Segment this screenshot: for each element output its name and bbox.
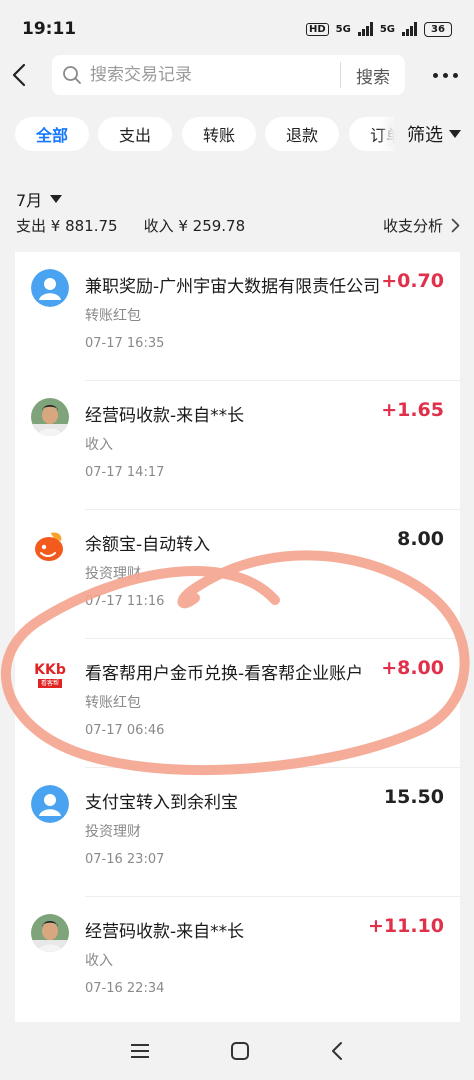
transaction-title: 经营码收款-来自**长 xyxy=(85,922,245,942)
transaction-time: 07-17 14:17 xyxy=(85,465,165,480)
search-input[interactable] xyxy=(90,65,340,85)
transaction-item[interactable]: 余额宝-自动转入 8.00 投资理财 07-17 11:16 xyxy=(15,510,460,639)
tab-all[interactable]: 全部 xyxy=(15,117,89,151)
transaction-title: 看客帮用户金币兑换-看客帮企业账户 xyxy=(85,664,364,684)
transaction-title: 支付宝转入到余利宝 xyxy=(85,793,238,813)
transaction-amount: 15.50 xyxy=(383,786,444,808)
caret-down-icon xyxy=(449,130,461,138)
tab-transfer[interactable]: 转账 xyxy=(182,117,256,151)
search-row: 搜索 xyxy=(0,55,474,95)
status-icons: HD 5G 5G 36 xyxy=(305,21,452,37)
transaction-category: 收入 xyxy=(85,953,113,969)
more-dot-icon xyxy=(443,72,448,78)
system-nav-bar xyxy=(0,1022,474,1080)
user-photo-avatar xyxy=(31,398,69,436)
back-nav-icon[interactable] xyxy=(330,1041,344,1061)
signal-icon-2 xyxy=(402,22,417,36)
yuebao-icon xyxy=(31,527,69,565)
analysis-link[interactable]: 收支分析 xyxy=(383,215,460,236)
kkb-logo-text: KKb xyxy=(34,661,66,678)
transaction-time: 07-17 06:46 xyxy=(85,723,165,738)
filter-button[interactable]: 筛选 xyxy=(394,117,474,151)
transaction-time: 07-16 22:34 xyxy=(85,981,165,996)
expense-total: 支出 ¥ 881.75 xyxy=(16,217,118,235)
tab-refund[interactable]: 退款 xyxy=(265,117,339,151)
transaction-amount: +11.10 xyxy=(367,915,444,937)
status-time: 19:11 xyxy=(22,19,77,39)
transaction-title: 兼职奖励-广州宇宙大数据有限责任公司 xyxy=(85,277,381,297)
kkb-logo-sub: 看客帮 xyxy=(37,678,62,688)
transaction-item[interactable]: 支付宝转入到余利宝 15.50 投资理财 07-16 23:07 xyxy=(15,768,460,897)
transaction-time: 07-17 16:35 xyxy=(85,336,165,351)
network-label-2: 5G xyxy=(379,23,395,35)
home-icon[interactable] xyxy=(230,1041,250,1061)
month-selector[interactable]: 7月 xyxy=(16,187,63,211)
transaction-time: 07-17 11:16 xyxy=(85,594,165,609)
transaction-item[interactable]: 经营码收款-来自**长 +1.65 收入 07-17 14:17 xyxy=(15,381,460,510)
transaction-amount: +1.65 xyxy=(381,399,444,421)
month-summary: 支出 ¥ 881.75 收入 ¥ 259.78 收支分析 xyxy=(16,215,460,236)
filter-tabs: 全部 支出 转账 退款 订单 筛选 xyxy=(0,117,474,151)
search-button[interactable]: 搜索 xyxy=(341,63,405,88)
more-options-button[interactable] xyxy=(433,72,462,78)
user-photo-avatar xyxy=(31,914,69,952)
transaction-category: 收入 xyxy=(85,437,113,453)
transaction-title: 余额宝-自动转入 xyxy=(85,535,211,555)
month-label: 7月 xyxy=(16,191,43,210)
default-user-icon xyxy=(31,785,69,823)
chevron-right-icon xyxy=(451,218,460,233)
transaction-category: 转账红包 xyxy=(85,308,141,324)
status-bar: 19:11 HD 5G 5G 36 xyxy=(0,0,474,58)
kkb-logo: KKb 看客帮 xyxy=(31,656,69,694)
analysis-label: 收支分析 xyxy=(382,217,443,235)
tab-expense[interactable]: 支出 xyxy=(98,117,172,151)
transaction-category: 转账红包 xyxy=(85,695,141,711)
transaction-title: 经营码收款-来自**长 xyxy=(85,406,245,426)
more-dot-icon xyxy=(453,72,458,78)
default-user-icon xyxy=(31,269,69,307)
transaction-time: 07-16 23:07 xyxy=(85,852,165,867)
menu-icon[interactable] xyxy=(130,1043,150,1059)
transaction-category: 投资理财 xyxy=(85,824,141,840)
transaction-item[interactable]: 兼职奖励-广州宇宙大数据有限责任公司 +0.70 转账红包 07-17 16:3… xyxy=(15,252,460,381)
network-label-1: 5G xyxy=(335,23,351,35)
transaction-item[interactable]: KKb 看客帮 看客帮用户金币兑换-看客帮企业账户 +8.00 转账红包 07-… xyxy=(15,639,460,768)
transaction-amount: 8.00 xyxy=(397,528,444,550)
caret-down-icon xyxy=(50,195,63,203)
search-box: 搜索 xyxy=(52,55,405,95)
back-button[interactable] xyxy=(12,58,34,92)
transaction-amount: +8.00 xyxy=(381,657,444,679)
transaction-item[interactable]: 经营码收款-来自**长 +11.10 收入 07-16 22:34 xyxy=(15,897,460,1026)
transaction-list: 兼职奖励-广州宇宙大数据有限责任公司 +0.70 转账红包 07-17 16:3… xyxy=(15,252,460,1026)
more-dot-icon xyxy=(433,72,438,78)
battery-icon: 36 xyxy=(424,21,452,37)
filter-label: 筛选 xyxy=(407,125,443,146)
transaction-category: 投资理财 xyxy=(85,566,141,582)
search-icon xyxy=(63,66,81,84)
signal-icon xyxy=(357,22,373,36)
transaction-amount: +0.70 xyxy=(381,270,444,292)
income-total: 收入 ¥ 259.78 xyxy=(143,217,246,235)
hd-icon: HD xyxy=(305,22,329,36)
back-arrow-icon xyxy=(12,63,26,87)
